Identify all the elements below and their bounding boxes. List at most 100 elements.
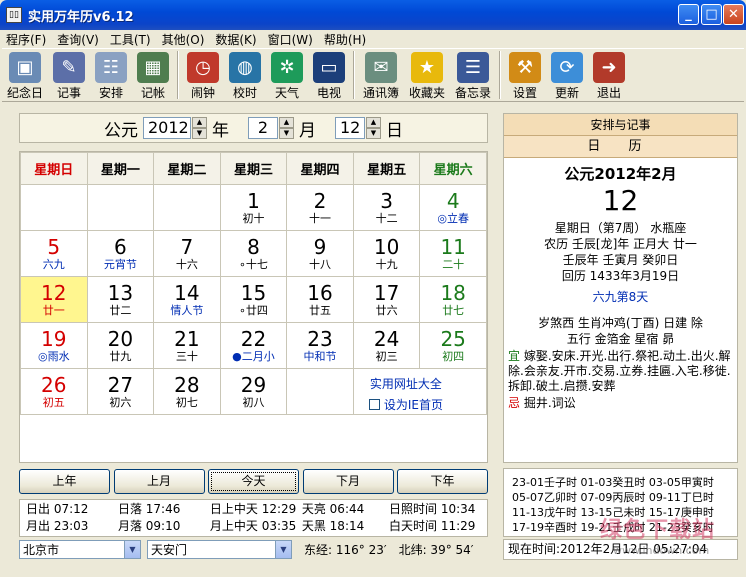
toolbar-button-13[interactable]: ➜ 退出 xyxy=(588,49,630,101)
day-number: 15 xyxy=(240,281,267,305)
calendar-day-cell[interactable]: 19 ◎雨水 xyxy=(20,322,88,369)
today-button[interactable]: 今天 xyxy=(208,469,299,494)
toolbar-button-11[interactable]: ⚒ 设置 xyxy=(504,49,546,101)
calendar-day-cell[interactable]: 14 情人节 xyxy=(153,276,221,323)
menu-query[interactable]: 查询(V) xyxy=(57,31,99,48)
menu-data[interactable]: 数据(K) xyxy=(215,31,256,48)
day-number: 23 xyxy=(307,327,333,351)
lunar-date: 元宵节 xyxy=(103,258,137,271)
calendar-day-cell[interactable]: 20 廿九 xyxy=(86,322,155,369)
month-value[interactable]: 2 xyxy=(248,117,278,139)
calendar-day-cell[interactable]: 7 十六 xyxy=(153,230,221,277)
prev-year-button[interactable]: 上年 xyxy=(19,469,110,494)
calendar-day-cell[interactable]: 27 初六 xyxy=(86,368,155,415)
toolbar-button-10[interactable]: ☰ 备忘录 xyxy=(450,49,496,101)
year-up-arrow-icon[interactable]: ▲ xyxy=(192,117,207,128)
weekday-header-row: 星期日 星期一 星期二 星期三 星期四 星期五 星期六 xyxy=(20,152,487,185)
next-year-button[interactable]: 下年 xyxy=(397,469,488,494)
calendar-day-cell[interactable]: 10 十九 xyxy=(352,230,421,277)
day-up-arrow-icon[interactable]: ▲ xyxy=(366,117,381,128)
month-up-arrow-icon[interactable]: ▲ xyxy=(279,117,294,128)
calendar-day-cell[interactable]: 28 初七 xyxy=(153,368,221,415)
set-homepage-checkbox[interactable]: 设为IE首页 xyxy=(354,396,458,413)
calendar-day-cell[interactable]: 11 二十 xyxy=(419,230,487,277)
day-number: 3 xyxy=(380,189,393,213)
day-number: 4 xyxy=(446,189,460,213)
calendar-week-row: 1 初十 2 十一 3 十二 4 ◎立春 xyxy=(20,184,487,231)
checkbox-icon[interactable] xyxy=(368,399,380,410)
toolbar-separator xyxy=(499,51,501,99)
sunshine-duration: 日照时间 10:34 xyxy=(389,502,476,516)
toolbar-button-0[interactable]: ▣ 纪念日 xyxy=(2,49,48,101)
toolbar-button-8[interactable]: ✉ 通讯簿 xyxy=(358,49,404,101)
calendar-day-cell[interactable]: 15 ∘廿四 xyxy=(219,276,288,323)
toolbar-button-4[interactable]: ◷ 闹钟 xyxy=(182,49,224,101)
toolbar-button-7[interactable]: ▭ 电视 xyxy=(308,49,350,101)
toolbar: ▣ 纪念日 ✎ 记事 ☷ 安排 ▦ 记帐 ◷ 闹钟 ◍ 校时 ✲ 天气 ▭ 电视 ✉ 通讯簿 ★ 收藏夹 ☰ 备忘录 ⚒ 设置… xyxy=(2,48,744,102)
calendar-day-cell[interactable]: 3 十二 xyxy=(352,184,421,231)
year-value[interactable]: 2012 xyxy=(143,117,191,139)
menu-tools[interactable]: 工具(T) xyxy=(110,31,151,48)
detail-lunar-line: 农历 壬辰[龙]年 正月大 廿一 xyxy=(544,237,697,251)
calendar-day-cell[interactable]: 1 初十 xyxy=(219,184,288,231)
calendar-day-cell[interactable]: 26 初五 xyxy=(20,368,88,415)
calendar-day-cell[interactable]: 12 廿一 xyxy=(20,276,88,323)
title-bar[interactable]: ▯▯ 实用万年历v6.12 _ □ ✕ xyxy=(0,0,746,30)
weekday-saturday: 星期六 xyxy=(419,152,487,185)
menu-other[interactable]: 其他(O) xyxy=(162,31,205,48)
calendar-day-cell[interactable]: 16 廿五 xyxy=(286,276,354,323)
lunar-date: 初八 xyxy=(242,396,265,409)
calendar-day-cell[interactable]: 22 ●二月小 xyxy=(219,322,288,369)
city-select[interactable]: 北京市 ▼ xyxy=(19,540,141,559)
minimize-button[interactable]: _ xyxy=(678,4,699,25)
schedule-notes-tab[interactable]: 安排与记事 xyxy=(504,114,737,136)
web-directory-link[interactable]: 实用网址大全 xyxy=(354,375,458,392)
lunar-date: 初四 xyxy=(442,350,465,363)
toolbar-button-12[interactable]: ⟳ 更新 xyxy=(546,49,588,101)
menu-window[interactable]: 窗口(W) xyxy=(268,31,313,48)
calendar-day-cell[interactable]: 13 廿二 xyxy=(86,276,155,323)
calendar-tab[interactable]: 日 历 xyxy=(504,136,737,158)
toolbar-button-9[interactable]: ★ 收藏夹 xyxy=(404,49,450,101)
calendar-day-cell[interactable]: 8 ∘十七 xyxy=(219,230,288,277)
day-down-arrow-icon[interactable]: ▼ xyxy=(366,128,381,139)
month-down-arrow-icon[interactable]: ▼ xyxy=(279,128,294,139)
calendar-day-cell[interactable]: 9 十八 xyxy=(286,230,354,277)
calendar-day-cell[interactable]: 18 廿七 xyxy=(419,276,487,323)
app-icon[interactable]: ▯▯ xyxy=(6,7,22,23)
next-month-button[interactable]: 下月 xyxy=(302,469,394,494)
calendar-day-cell[interactable]: 25 初四 xyxy=(419,322,487,369)
calendar-day-cell[interactable]: 6 元宵节 xyxy=(86,230,155,277)
close-button[interactable]: ✕ xyxy=(723,4,744,25)
calendar-day-cell[interactable]: 4 ◎立春 xyxy=(419,184,487,231)
calendar-day-cell[interactable]: 29 初八 xyxy=(219,368,288,415)
toolbar-button-2[interactable]: ☷ 安排 xyxy=(90,49,132,101)
menu-program[interactable]: 程序(F) xyxy=(6,31,46,48)
toolbar-button-3[interactable]: ▦ 记帐 xyxy=(132,49,174,101)
maximize-button[interactable]: □ xyxy=(701,4,722,25)
lunar-date: 廿一 xyxy=(42,304,65,317)
calendar-day-cell[interactable]: 21 三十 xyxy=(153,322,221,369)
prev-month-button[interactable]: 上月 xyxy=(113,469,205,494)
place-select[interactable]: 天安门 ▼ xyxy=(147,540,292,559)
calendar-day-cell[interactable]: 23 中和节 xyxy=(286,322,354,369)
day-value[interactable]: 12 xyxy=(335,117,365,139)
day-number: 12 xyxy=(41,281,67,305)
month-spinner[interactable]: 2 ▲ ▼ xyxy=(248,117,294,139)
toolbar-button-6[interactable]: ✲ 天气 xyxy=(266,49,308,101)
toolbar-button-5[interactable]: ◍ 校时 xyxy=(224,49,266,101)
detail-wuxing-line: 五行 金箔金 星宿 昴 xyxy=(566,332,675,346)
calendar-day-cell[interactable]: 24 初三 xyxy=(352,322,421,369)
calendar-day-cell[interactable]: 2 十一 xyxy=(286,184,354,231)
toolbar-button-1[interactable]: ✎ 记事 xyxy=(48,49,90,101)
year-spinner[interactable]: 2012 ▲ ▼ xyxy=(143,117,207,139)
menu-help[interactable]: 帮助(H) xyxy=(324,31,366,48)
calendar-day-cell[interactable]: 5 六九 xyxy=(20,230,88,277)
chevron-down-icon[interactable]: ▼ xyxy=(124,541,140,558)
chevron-down-icon[interactable]: ▼ xyxy=(275,541,291,558)
weekday-sunday: 星期日 xyxy=(20,152,88,185)
calendar-day-cell[interactable]: 17 廿六 xyxy=(352,276,421,323)
year-down-arrow-icon[interactable]: ▼ xyxy=(192,128,207,139)
detail-week-line: 星期日（第7周） 水瓶座 xyxy=(554,221,687,235)
day-spinner[interactable]: 12 ▲ ▼ xyxy=(335,117,381,139)
